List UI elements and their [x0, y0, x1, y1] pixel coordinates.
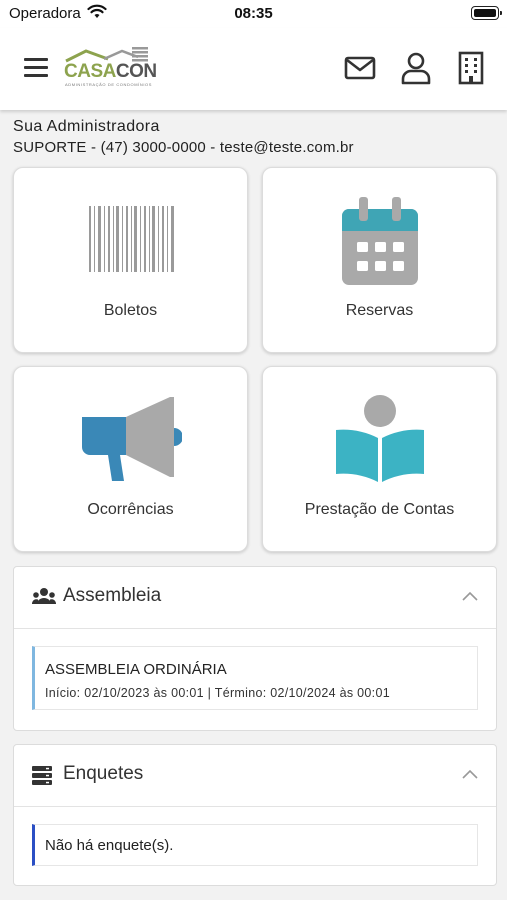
tile-label-boletos: Boletos — [103, 302, 158, 319]
assembleia-item[interactable]: ASSEMBLEIA ORDINÁRIA Início: 02/10/2023 … — [32, 646, 478, 710]
assembleia-title: Assembleia — [63, 585, 162, 606]
book-reader-icon — [336, 395, 424, 482]
chevron-up-icon[interactable] — [462, 769, 478, 779]
assembleia-item-period: Início: 02/10/2023 às 00:01 | Término: 0… — [45, 686, 390, 700]
tile-ocorrencias[interactable]: Ocorrências — [13, 366, 248, 552]
enquetes-empty-text: Não há enquete(s). — [45, 837, 174, 854]
tile-label-ocorrencias: Ocorrências — [87, 501, 174, 518]
tile-label-prestacao-contas: Prestação de Contas — [304, 501, 455, 518]
users-icon — [32, 588, 56, 604]
clock: 08:35 — [234, 5, 273, 22]
admin-info: Sua Administradora SUPORTE - (47) 3000-0… — [13, 118, 354, 156]
server-icon — [32, 766, 52, 785]
mail-icon[interactable] — [342, 50, 378, 86]
logo-brand-part1: CASA — [64, 61, 116, 82]
enquetes-empty-message: Não há enquete(s). — [32, 824, 478, 866]
tile-prestacao-contas[interactable]: Prestação de Contas — [262, 366, 497, 552]
casacon-logo: CASACON ADMINISTRAÇÃO DE CONDOMÍNIOS — [64, 47, 157, 89]
menu-icon[interactable] — [24, 58, 48, 80]
megaphone-icon — [82, 397, 182, 481]
enquetes-title: Enquetes — [63, 763, 144, 784]
logo-brand-part2: CON — [115, 61, 157, 82]
admin-title: Sua Administradora — [13, 118, 160, 135]
admin-contact[interactable]: SUPORTE - (47) 3000-0000 - teste@teste.c… — [13, 139, 354, 156]
battery-icon — [471, 6, 502, 20]
status-bar: Operadora 08:35 — [0, 0, 507, 28]
building-icon[interactable] — [453, 50, 489, 86]
barcode-icon — [89, 206, 174, 272]
assembleia-header[interactable]: Assembleia — [14, 567, 496, 629]
tile-boletos[interactable]: Boletos — [13, 167, 248, 353]
assembleia-panel: Assembleia ASSEMBLEIA ORDINÁRIA Início: … — [13, 566, 497, 731]
enquetes-header[interactable]: Enquetes — [14, 745, 496, 807]
tile-reservas[interactable]: Reservas — [262, 167, 497, 353]
logo-tagline: ADMINISTRAÇÃO DE CONDOMÍNIOS — [65, 82, 153, 87]
calendar-icon — [342, 197, 418, 285]
assembleia-item-title: ASSEMBLEIA ORDINÁRIA — [45, 661, 227, 678]
enquetes-panel: Enquetes Não há enquete(s). — [13, 744, 497, 886]
user-icon[interactable] — [398, 50, 434, 86]
app-header: CASACON ADMINISTRAÇÃO DE CONDOMÍNIOS — [0, 28, 507, 110]
chevron-up-icon[interactable] — [462, 591, 478, 601]
tile-label-reservas: Reservas — [345, 302, 414, 319]
